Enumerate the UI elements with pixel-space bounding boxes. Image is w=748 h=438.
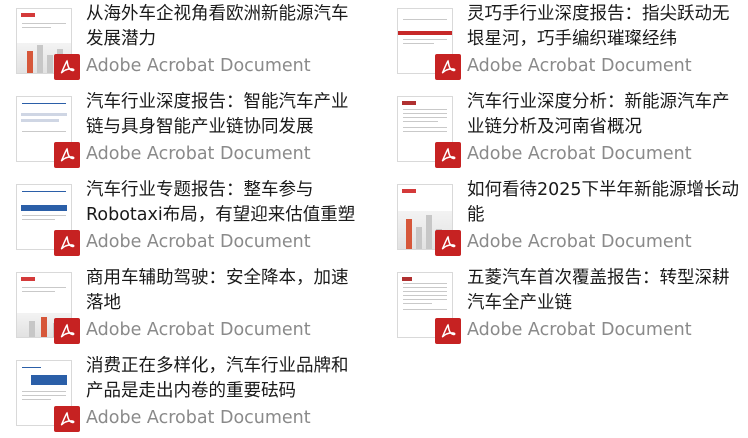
- file-title: 灵巧手行业深度报告：指尖跃动无 垠星河，巧手编织璀璨经纬: [467, 4, 730, 49]
- file-title: 消费正在多样化，汽车行业品牌和 产品是走出内卷的重要砝码: [86, 356, 349, 401]
- pdf-icon: [54, 54, 80, 80]
- file-type-label: Adobe Acrobat Document: [86, 232, 311, 252]
- file-type-label: Adobe Acrobat Document: [467, 232, 692, 252]
- file-title: 商用车辅助驾驶：安全降本，加速 落地: [86, 268, 349, 313]
- file-item-0[interactable]: 从海外车企视角看欧洲新能源汽车 发展潜力 Adobe Acrobat Docum…: [16, 2, 386, 86]
- pdf-icon: [435, 142, 461, 168]
- file-title: 汽车行业专题报告：整车参与 Robotaxi布局，有望迎来估值重塑: [86, 180, 356, 225]
- pdf-icon: [54, 230, 80, 256]
- file-item-5[interactable]: 如何看待2025下半年新能源增长动 能 Adobe Acrobat Docume…: [397, 178, 748, 262]
- file-title: 汽车行业深度分析：新能源汽车产 业链分析及河南省概况: [467, 92, 730, 137]
- pdf-icon: [435, 54, 461, 80]
- file-item-7[interactable]: 五菱汽车首次覆盖报告：转型深耕 汽车全产业链 Adobe Acrobat Doc…: [397, 266, 748, 350]
- pdf-icon: [54, 318, 80, 344]
- file-type-label: Adobe Acrobat Document: [86, 408, 311, 428]
- file-type-label: Adobe Acrobat Document: [467, 320, 692, 340]
- file-title: 从海外车企视角看欧洲新能源汽车 发展潜力: [86, 4, 349, 49]
- file-type-label: Adobe Acrobat Document: [86, 144, 311, 164]
- file-type-label: Adobe Acrobat Document: [86, 320, 311, 340]
- file-type-label: Adobe Acrobat Document: [467, 144, 692, 164]
- file-title: 汽车行业深度报告：智能汽车产业 链与具身智能产业链协同发展: [86, 92, 349, 137]
- file-title: 五菱汽车首次覆盖报告：转型深耕 汽车全产业链: [467, 268, 730, 313]
- file-item-2[interactable]: 汽车行业深度报告：智能汽车产业 链与具身智能产业链协同发展 Adobe Acro…: [16, 90, 386, 174]
- file-item-6[interactable]: 商用车辅助驾驶：安全降本，加速 落地 Adobe Acrobat Documen…: [16, 266, 386, 350]
- file-type-label: Adobe Acrobat Document: [467, 56, 692, 76]
- pdf-icon: [54, 142, 80, 168]
- file-title: 如何看待2025下半年新能源增长动 能: [467, 180, 740, 225]
- file-item-8[interactable]: 消费正在多样化，汽车行业品牌和 产品是走出内卷的重要砝码 Adobe Acrob…: [16, 354, 386, 438]
- file-type-label: Adobe Acrobat Document: [86, 56, 311, 76]
- pdf-icon: [435, 318, 461, 344]
- file-item-3[interactable]: 汽车行业深度分析：新能源汽车产 业链分析及河南省概况 Adobe Acrobat…: [397, 90, 748, 174]
- file-item-1[interactable]: 灵巧手行业深度报告：指尖跃动无 垠星河，巧手编织璀璨经纬 Adobe Acrob…: [397, 2, 748, 86]
- pdf-icon: [54, 406, 80, 432]
- pdf-icon: [435, 230, 461, 256]
- file-item-4[interactable]: 汽车行业专题报告：整车参与 Robotaxi布局，有望迎来估值重塑 Adobe …: [16, 178, 386, 262]
